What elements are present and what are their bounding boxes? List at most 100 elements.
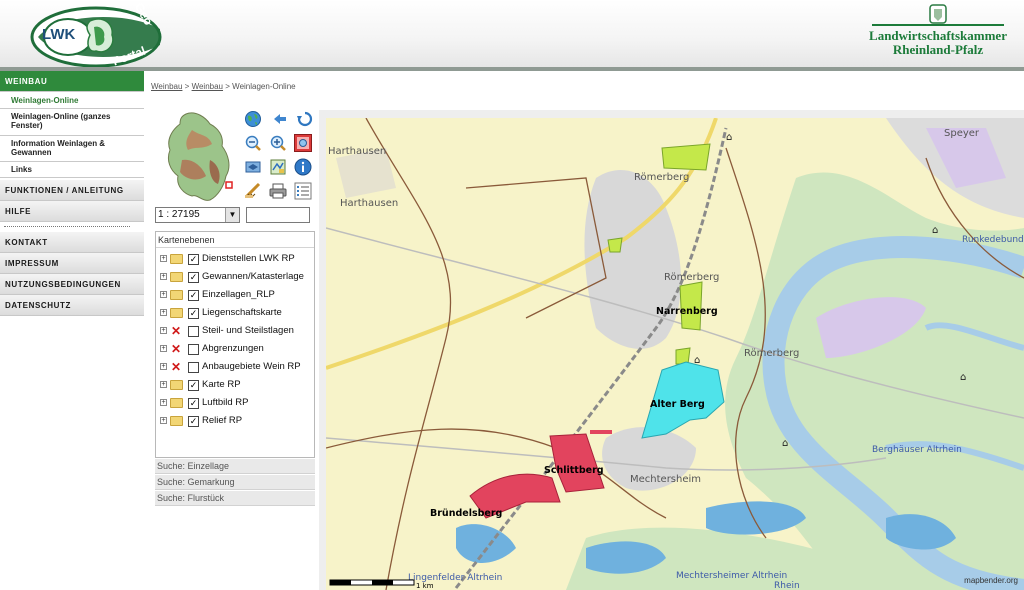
layer-label: Liegenschaftskarte <box>202 307 282 318</box>
mapbender-credit: mapbender.org <box>964 576 1018 585</box>
layer-checkbox[interactable]: ✓ <box>188 416 199 427</box>
scale-text-input[interactable] <box>246 207 310 223</box>
nav-item-weinlagen-online[interactable]: Weinlagen-Online <box>0 92 144 109</box>
page-header: LWK Geo Portal Landwirtschaftskammer Rhe… <box>0 0 1024 68</box>
folder-icon <box>170 416 183 426</box>
expand-icon[interactable]: + <box>160 345 167 352</box>
list-icon[interactable] <box>294 182 312 200</box>
legend-map-icon[interactable] <box>269 158 287 176</box>
nav-item-weinlagen-online-fullscreen[interactable]: Weinlagen-Online (ganzes Fenster) <box>0 109 144 136</box>
vineyard-parcel[interactable] <box>590 430 612 434</box>
label-alter-berg: Alter Berg <box>650 399 705 410</box>
layer-label: Relief RP <box>202 415 243 426</box>
expand-icon[interactable]: + <box>160 273 167 280</box>
zoom-in-icon[interactable] <box>269 134 287 152</box>
nav-weinbau[interactable]: WEINBAU <box>0 71 144 92</box>
label-harthausen: Harthausen <box>328 146 386 157</box>
breadcrumb-current: Weinlagen-Online <box>232 82 296 91</box>
label-narrenberg: Narrenberg <box>656 306 718 317</box>
scalebar: 1 km <box>329 579 434 590</box>
landwirtschaftskammer-logo[interactable]: Landwirtschaftskammer Rheinland-Pfalz <box>868 3 1008 63</box>
expand-icon[interactable]: + <box>160 381 167 388</box>
nav-datenschutz[interactable]: DATENSCHUTZ <box>0 295 144 316</box>
expand-icon[interactable]: + <box>160 399 167 406</box>
landmark-icon: ⌂ <box>782 438 788 449</box>
header-divider <box>0 67 1024 71</box>
folder-icon <box>170 254 183 264</box>
globe-icon[interactable] <box>244 110 262 128</box>
layer-checkbox[interactable]: ✓ <box>188 290 199 301</box>
layer-checkbox[interactable] <box>188 362 199 373</box>
pan-icon[interactable] <box>244 158 262 176</box>
expand-icon[interactable]: + <box>160 327 167 334</box>
roemerberg-settlement <box>584 169 681 349</box>
nav-separator <box>4 224 130 227</box>
nav-kontakt[interactable]: KONTAKT <box>0 232 144 253</box>
unavailable-x-icon: ✕ <box>171 342 182 356</box>
back-arrow-icon[interactable] <box>271 110 289 128</box>
label-roemerberg: Römerberg <box>664 272 719 283</box>
breadcrumb-weinbau-1[interactable]: Weinbau <box>151 82 182 91</box>
label-bruendelsberg: Bründelsberg <box>430 508 502 519</box>
chevron-down-icon[interactable]: ▼ <box>225 208 239 222</box>
label-roemerberg: Römerberg <box>634 172 689 183</box>
map-canvas[interactable]: ⌂ ⌂ ⌂ ⌂ ⌂ Harthausen Harthausen Römerber… <box>326 118 1024 590</box>
label-roemerberg: Römerberg <box>744 348 799 359</box>
vineyard-parcel[interactable] <box>607 237 623 253</box>
breadcrumb-separator: > <box>184 82 190 91</box>
nav-funktionen[interactable]: FUNKTIONEN / ANLEITUNG <box>0 180 144 201</box>
scale-select[interactable]: 1 : 27195 ▼ <box>155 207 240 223</box>
folder-icon <box>170 290 183 300</box>
logo-line2: Rheinland-Pfalz <box>892 42 984 57</box>
layer-checkbox[interactable]: ✓ <box>188 254 199 265</box>
scale-value: 1 : 27195 <box>158 209 200 220</box>
zoom-box-icon[interactable] <box>294 134 312 152</box>
map-toolbar <box>244 110 316 202</box>
layer-checkbox[interactable]: ✓ <box>188 398 199 409</box>
layer-checkbox[interactable]: ✓ <box>188 272 199 283</box>
nav-impressum[interactable]: IMPRESSUM <box>0 253 144 274</box>
landmark-icon: ⌂ <box>932 225 938 236</box>
vineyard-parcel[interactable] <box>675 347 691 365</box>
coat-of-arms-icon <box>872 4 1004 26</box>
lwk-geoportal-logo[interactable]: LWK Geo Portal <box>28 0 168 68</box>
search-gemarkung[interactable]: Suche: Gemarkung <box>155 475 315 490</box>
nav-item-links[interactable]: Links <box>0 162 144 178</box>
layer-checkbox[interactable] <box>188 326 199 337</box>
reload-icon[interactable] <box>296 110 314 128</box>
layer-label: Steil- und Steilstlagen <box>202 325 294 336</box>
layer-label: Anbaugebiete Wein RP <box>202 361 301 372</box>
layer-checkbox[interactable]: ✓ <box>188 380 199 391</box>
label-runkedebund: Runkedebund <box>962 235 1024 245</box>
breadcrumb-weinbau-2[interactable]: Weinbau <box>192 82 223 91</box>
layer-tree-title: Kartenebenen <box>156 232 314 248</box>
nav-hilfe[interactable]: HILFE <box>0 201 144 222</box>
overview-map[interactable] <box>162 110 238 204</box>
folder-icon <box>170 272 183 282</box>
sidebar-nav: WEINBAU Weinlagen-Online Weinlagen-Onlin… <box>0 71 144 590</box>
label-berghaeuser-altrhein: Berghäuser Altrhein <box>872 445 962 455</box>
layer-checkbox[interactable] <box>188 344 199 355</box>
vineyard-schlittberg[interactable] <box>549 433 605 493</box>
expand-icon[interactable]: + <box>160 363 167 370</box>
expand-icon[interactable]: + <box>160 417 167 424</box>
layer-label: Einzellagen_RLP <box>202 289 275 300</box>
expand-icon[interactable]: + <box>160 255 167 262</box>
layer-checkbox[interactable]: ✓ <box>188 308 199 319</box>
nav-item-information-weinlagen[interactable]: Information Weinlagen & Gewannen <box>0 136 144 162</box>
zoom-out-icon[interactable] <box>244 134 262 152</box>
unavailable-x-icon: ✕ <box>171 324 182 338</box>
search-einzellage[interactable]: Suche: Einzellage <box>155 459 315 474</box>
nav-nutzungsbedingungen[interactable]: NUTZUNGSBEDINGUNGEN <box>0 274 144 295</box>
label-schlittberg: Schlittberg <box>544 465 604 476</box>
unavailable-x-icon: ✕ <box>171 360 182 374</box>
info-icon[interactable] <box>294 158 312 176</box>
expand-icon[interactable]: + <box>160 291 167 298</box>
vineyard-parcel[interactable] <box>661 143 711 171</box>
expand-icon[interactable]: + <box>160 309 167 316</box>
landmark-icon: ⌂ <box>960 372 966 383</box>
label-mechtersheimer-altrhein: Mechtersheimer Altrhein <box>676 571 787 581</box>
search-flurstueck[interactable]: Suche: Flurstück <box>155 491 315 506</box>
measure-icon[interactable] <box>244 182 262 200</box>
print-icon[interactable] <box>269 182 287 200</box>
